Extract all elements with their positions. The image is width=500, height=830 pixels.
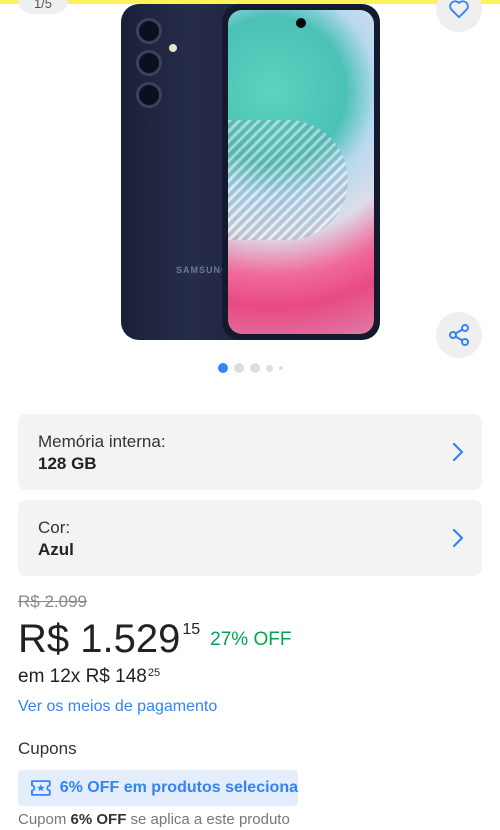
pagination-dot[interactable] — [249, 363, 260, 373]
image-counter: 1/5 — [18, 0, 68, 14]
coupon-chip[interactable]: 6% OFF em produtos seleciona — [18, 770, 298, 806]
discount-badge: 27% OFF — [210, 629, 292, 650]
camera-lens — [136, 50, 162, 76]
variant-value: Azul — [38, 540, 74, 559]
variant-label: Memória interna: — [38, 432, 166, 451]
coupon-note-prefix: Cupom — [18, 811, 67, 828]
variant-selector-color[interactable]: Cor: Azul — [18, 500, 482, 576]
current-price: R$ 1.529 15 27% OFF — [18, 615, 291, 663]
price-cents: 15 — [182, 621, 201, 638]
heart-icon — [449, 0, 469, 19]
pagination-dot[interactable] — [265, 364, 273, 372]
coupon-text: 6% OFF em produtos seleciona — [59, 779, 298, 796]
chevron-right-icon — [452, 528, 464, 548]
phone-front-image — [222, 4, 380, 340]
variant-selector-memory[interactable]: Memória interna: 128 GB — [18, 414, 482, 490]
variant-value: 128 GB — [38, 454, 97, 473]
product-gallery[interactable]: SAMSUNG — [0, 0, 500, 360]
coupon-note-value: 6% OFF — [70, 811, 127, 828]
coupon-icon — [31, 780, 51, 796]
pagination-dot[interactable] — [278, 366, 283, 370]
gallery-pagination[interactable] — [0, 363, 500, 373]
variant-label: Cor: — [38, 518, 71, 537]
payment-methods-link[interactable]: Ver os meios de pagamento — [18, 698, 217, 716]
front-camera — [296, 18, 306, 28]
coupon-note-suffix: se aplica a este produto — [130, 811, 290, 828]
share-button[interactable] — [436, 312, 482, 358]
wallpaper-stripes — [228, 120, 348, 240]
share-icon — [449, 324, 469, 346]
installments-amount: em 12x R$ 148 — [18, 666, 147, 687]
camera-flash — [169, 44, 177, 52]
installments-cents: 25 — [147, 667, 161, 679]
coupons-heading: Cupons — [18, 739, 77, 758]
installments-info: em 12x R$ 148 25 — [18, 666, 160, 688]
coupon-note: Cupom 6% OFF se aplica a este produto — [18, 811, 290, 828]
original-price: R$ 2.099 — [18, 592, 87, 611]
camera-lens — [136, 18, 162, 44]
pagination-dot[interactable] — [233, 363, 244, 373]
price-main: R$ 1.529 — [18, 617, 181, 661]
chevron-right-icon — [452, 442, 464, 462]
phone-screen — [228, 10, 374, 334]
pagination-dot[interactable] — [217, 363, 228, 373]
camera-lens — [136, 82, 162, 108]
